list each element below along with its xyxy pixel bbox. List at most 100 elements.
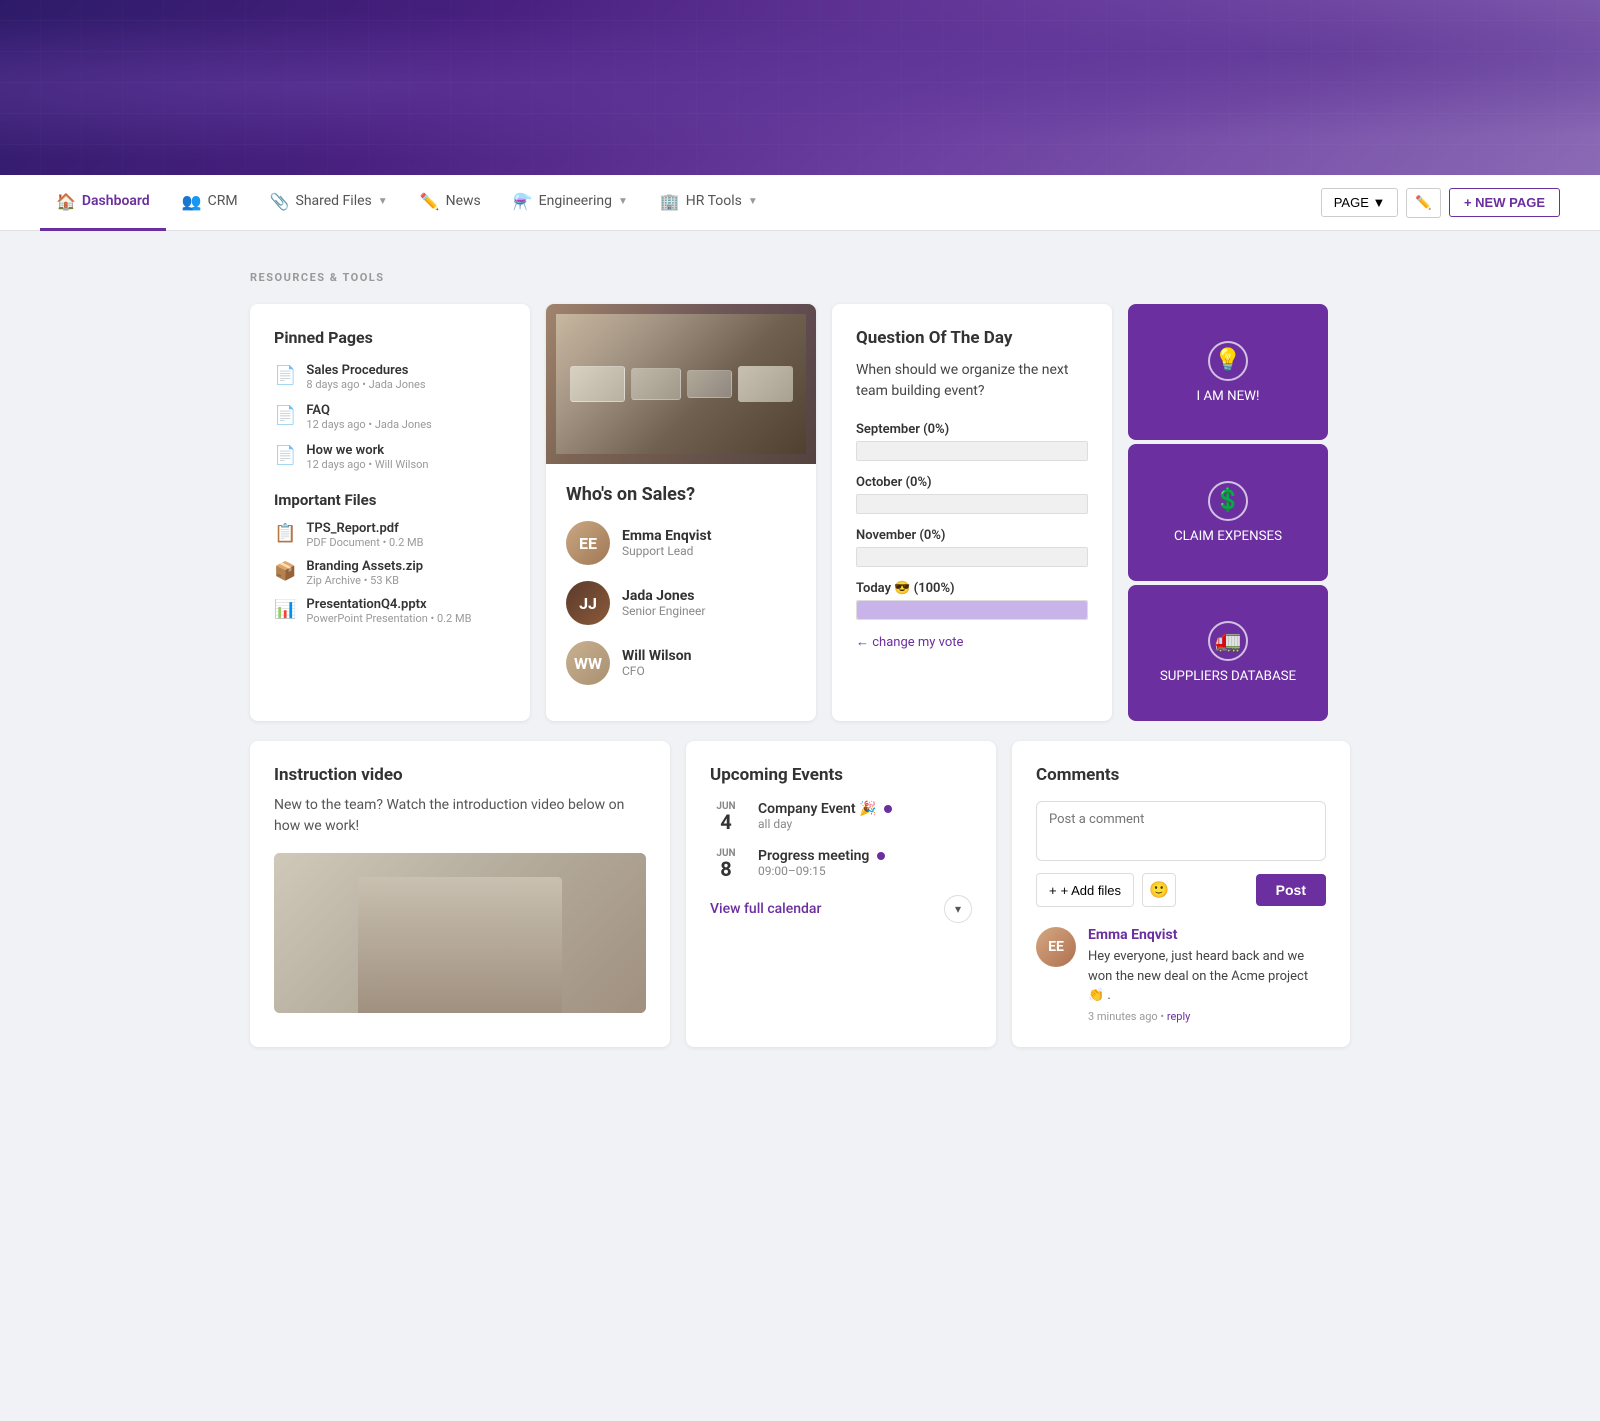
emoji-icon: 🙂 xyxy=(1149,880,1169,900)
pinned-pages-card: Pinned Pages 📄 Sales Procedures 8 days a… xyxy=(250,304,530,721)
nav-engineering-label: Engineering xyxy=(539,193,612,209)
document-icon-1: 📄 xyxy=(274,365,296,386)
new-page-button[interactable]: + NEW PAGE xyxy=(1449,188,1560,217)
member-role-will: CFO xyxy=(622,664,691,678)
view-calendar-text: View full calendar xyxy=(710,901,821,917)
file-meta-3: PowerPoint Presentation • 0.2 MB xyxy=(306,612,471,625)
dollar-icon: 💲 xyxy=(1208,481,1248,521)
sidebar-item-shared-files[interactable]: 📎 Shared Files ▼ xyxy=(254,175,404,231)
edit-icon: ✏️ xyxy=(1415,195,1432,210)
poll-label-november: November (0%) xyxy=(856,528,1088,543)
file-icon-3: 📊 xyxy=(274,599,296,620)
crm-icon: 👥 xyxy=(182,192,202,211)
poll-option-october: October (0%) xyxy=(856,475,1088,514)
i-am-new-button[interactable]: 💡 I AM NEW! xyxy=(1128,304,1328,440)
comment-input[interactable] xyxy=(1036,801,1326,861)
member-name-emma: Emma Enqvist xyxy=(622,528,711,544)
event-name-1: Company Event 🎉 xyxy=(758,801,892,817)
bulb-icon: 💡 xyxy=(1208,341,1248,381)
avatar-emma: EE xyxy=(566,521,610,565)
file-icon-1: 📋 xyxy=(274,523,296,544)
sidebar-item-hr-tools[interactable]: 🏢 HR Tools ▼ xyxy=(644,175,774,231)
event-dot-2 xyxy=(877,852,885,860)
event-time-2: 09:00–09:15 xyxy=(758,864,885,878)
view-full-calendar[interactable]: View full calendar ▾ xyxy=(710,895,972,923)
event-dot-1 xyxy=(884,805,892,813)
truck-icon: 🚛 xyxy=(1208,621,1248,661)
i-am-new-label: I AM NEW! xyxy=(1197,389,1260,404)
poll-label-today: Today 😎 (100%) xyxy=(856,581,1088,596)
file-name-3: PresentationQ4.pptx xyxy=(306,597,471,612)
file-item-tps[interactable]: 📋 TPS_Report.pdf PDF Document • 0.2 MB xyxy=(274,521,506,549)
avatar-jada: JJ xyxy=(566,581,610,625)
poll-bar-fill-today xyxy=(857,601,1087,619)
comments-title: Comments xyxy=(1036,765,1326,785)
sidebar-item-dashboard[interactable]: 🏠 Dashboard xyxy=(40,175,166,231)
nav-shared-files-label: Shared Files xyxy=(296,193,372,209)
event-day-2: 8 xyxy=(710,859,742,879)
avatar-initials-emma: EE xyxy=(579,534,597,553)
pinned-item-name-3: How we work xyxy=(306,443,428,458)
pinned-item-how-we-work[interactable]: 📄 How we work 12 days ago • Will Wilson xyxy=(274,443,506,471)
team-title: Who's on Sales? xyxy=(566,484,796,505)
file-icon-2: 📦 xyxy=(274,561,296,582)
laptop-3 xyxy=(738,366,793,402)
pinned-pages-list: 📄 Sales Procedures 8 days ago • Jada Jon… xyxy=(274,363,506,471)
nav-dashboard-label: Dashboard xyxy=(82,193,150,209)
top-cards-grid: Pinned Pages 📄 Sales Procedures 8 days a… xyxy=(250,304,1350,721)
shared-files-chevron-icon: ▼ xyxy=(378,196,388,207)
add-files-button[interactable]: + + Add files xyxy=(1036,873,1134,907)
hero-buildings-decoration xyxy=(0,0,1600,175)
poll-option-today: Today 😎 (100%) xyxy=(856,581,1088,620)
sidebar-item-news[interactable]: ✏️ News xyxy=(404,175,497,231)
file-item-presentation[interactable]: 📊 PresentationQ4.pptx PowerPoint Present… xyxy=(274,597,506,625)
paperclip-icon: 📎 xyxy=(270,192,290,211)
laptop-2 xyxy=(631,368,681,400)
comment-reply-link-1[interactable]: reply xyxy=(1167,1010,1191,1023)
team-member-emma: EE Emma Enqvist Support Lead xyxy=(566,521,796,565)
event-item-1: JUN 4 Company Event 🎉 all day xyxy=(710,801,972,832)
action-buttons-stack: 💡 I AM NEW! 💲 CLAIM EXPENSES 🚛 SUPPLIERS… xyxy=(1128,304,1328,721)
nav-bar: 🏠 Dashboard 👥 CRM 📎 Shared Files ▼ ✏️ Ne… xyxy=(0,175,1600,231)
page-button[interactable]: PAGE ▼ xyxy=(1321,188,1399,217)
file-item-branding[interactable]: 📦 Branding Assets.zip Zip Archive • 53 K… xyxy=(274,559,506,587)
event-time-1: all day xyxy=(758,817,892,831)
poll-bar-bg-october xyxy=(856,494,1088,514)
comment-avatar-initials: EE xyxy=(1048,939,1064,955)
pinned-item-sales-procedures[interactable]: 📄 Sales Procedures 8 days ago • Jada Jon… xyxy=(274,363,506,391)
claim-expenses-label: CLAIM EXPENSES xyxy=(1174,529,1282,544)
poll-label-september: September (0%) xyxy=(856,422,1088,437)
pinned-item-meta-1: 8 days ago • Jada Jones xyxy=(306,378,425,391)
post-comment-button[interactable]: Post xyxy=(1256,874,1326,906)
phone-1 xyxy=(687,370,732,398)
suppliers-database-button[interactable]: 🚛 SUPPLIERS DATABASE xyxy=(1128,585,1328,721)
file-meta-1: PDF Document • 0.2 MB xyxy=(306,536,423,549)
comment-avatar-emma: EE xyxy=(1036,927,1076,967)
member-name-jada: Jada Jones xyxy=(622,588,705,604)
document-icon-3: 📄 xyxy=(274,445,296,466)
sidebar-item-engineering[interactable]: ⚗️ Engineering ▼ xyxy=(497,175,644,231)
file-name-1: TPS_Report.pdf xyxy=(306,521,423,536)
instruction-video-text: New to the team? Watch the introduction … xyxy=(274,795,646,837)
comment-actions: + + Add files 🙂 Post xyxy=(1036,873,1326,907)
nav-hr-tools-label: HR Tools xyxy=(686,193,742,209)
pinned-item-faq[interactable]: 📄 FAQ 12 days ago • Jada Jones xyxy=(274,403,506,431)
comment-item-1: EE Emma Enqvist Hey everyone, just heard… xyxy=(1036,927,1326,1023)
video-thumbnail[interactable] xyxy=(274,853,646,1013)
team-photo xyxy=(546,304,816,464)
poll-option-november: November (0%) xyxy=(856,528,1088,567)
add-files-icon: + xyxy=(1049,883,1057,898)
hero-banner xyxy=(0,0,1600,175)
section-label: RESOURCES & TOOLS xyxy=(250,271,1350,284)
member-role-jada: Senior Engineer xyxy=(622,604,705,618)
edit-button[interactable]: ✏️ xyxy=(1406,188,1441,218)
sidebar-item-crm[interactable]: 👥 CRM xyxy=(166,175,254,231)
claim-expenses-button[interactable]: 💲 CLAIM EXPENSES xyxy=(1128,444,1328,580)
calendar-chevron-icon: ▾ xyxy=(944,895,972,923)
avatar-initials-will: WW xyxy=(574,654,602,673)
event-date-2: JUN 8 xyxy=(710,848,742,879)
change-vote-link[interactable]: ← change my vote xyxy=(856,634,1088,650)
pinned-item-meta-3: 12 days ago • Will Wilson xyxy=(306,458,428,471)
poll-label-october: October (0%) xyxy=(856,475,1088,490)
emoji-button[interactable]: 🙂 xyxy=(1142,873,1176,907)
